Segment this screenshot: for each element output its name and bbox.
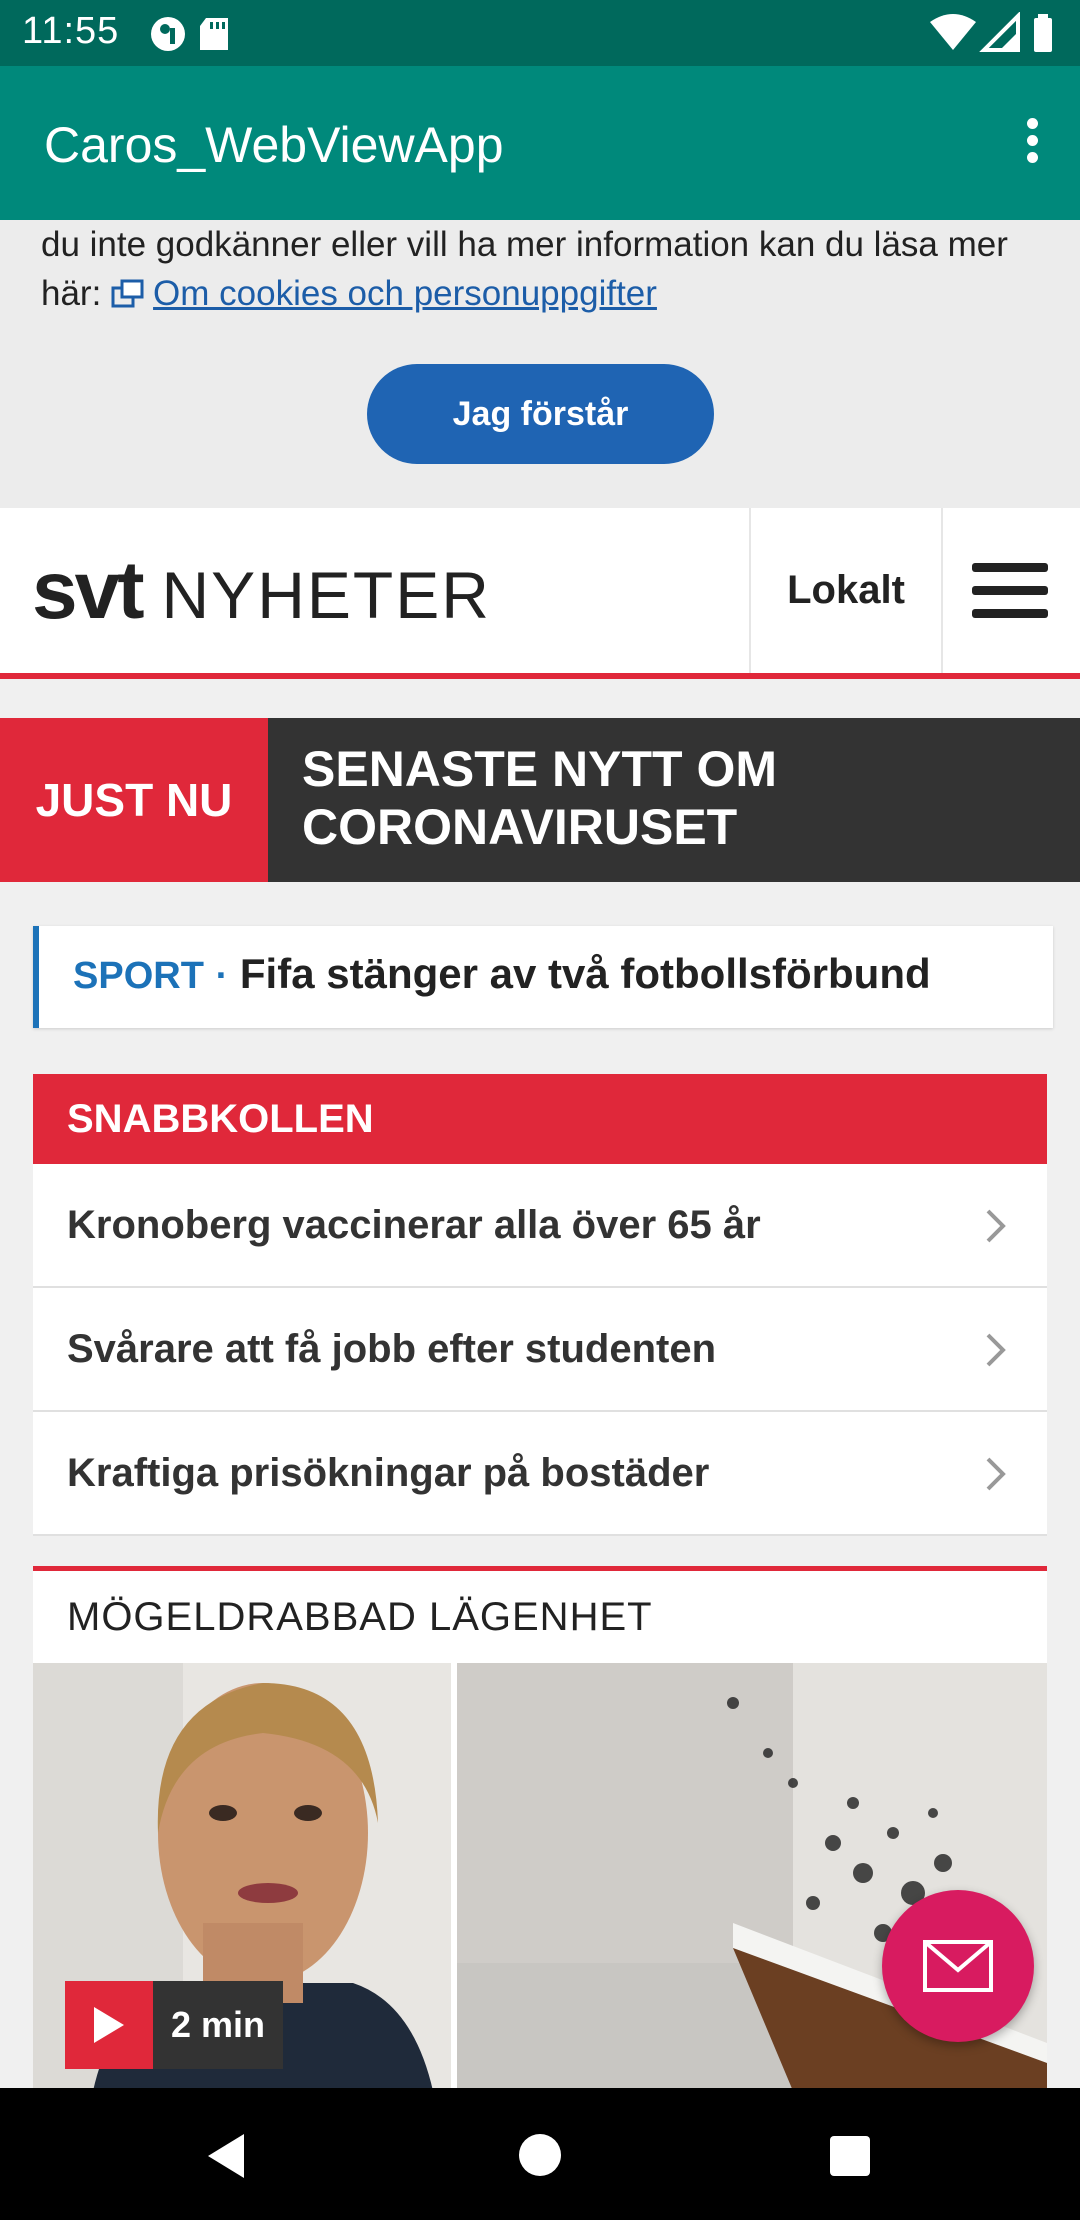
just-nu-title: SENASTE NYTT OM CORONAVIRUSET xyxy=(302,741,778,855)
recents-icon[interactable] xyxy=(830,2136,870,2176)
svt-nyheter-logo[interactable]: svt NYHETER xyxy=(32,544,491,638)
lokalt-button[interactable]: Lokalt xyxy=(749,508,943,673)
system-nav-bar xyxy=(0,2088,1080,2220)
cookie-text-block: du inte godkänner eller vill ha mer info… xyxy=(41,220,1041,322)
status-bar: 11:55 xyxy=(0,0,1080,66)
status-right-icons xyxy=(928,11,1058,59)
site-header: svt NYHETER Lokalt xyxy=(0,508,1080,679)
snabbkollen-item-label: Kronoberg vaccinerar alla över 65 år xyxy=(67,1203,761,1247)
sport-teaser-text: SPORT · Fifa stänger av två fotbollsförb… xyxy=(73,950,931,998)
snabbkollen-section: SNABBKOLLEN Kronoberg vaccinerar alla öv… xyxy=(33,1074,1047,1536)
hamburger-menu-icon[interactable] xyxy=(972,563,1048,623)
just-nu-tag: JUST NU xyxy=(0,718,268,882)
video-duration-badge[interactable]: 2 min xyxy=(65,1981,284,2069)
kicker-separator: · xyxy=(215,955,229,997)
more-vert-icon xyxy=(1026,118,1038,129)
status-time: 11:55 xyxy=(22,10,120,52)
snabbkollen-item[interactable]: Kronoberg vaccinerar alla över 65 år xyxy=(33,1164,1047,1288)
accept-cookies-button[interactable]: Jag förstår xyxy=(367,364,714,464)
vpn-key-icon xyxy=(151,17,185,51)
chevron-right-icon xyxy=(986,1209,1006,1243)
mail-fab-button[interactable] xyxy=(882,1890,1034,2042)
snabbkollen-item[interactable]: Kraftiga prisökningar på bostäder xyxy=(33,1412,1047,1536)
app-title: Caros_WebViewApp xyxy=(44,117,504,173)
snabbkollen-heading: SNABBKOLLEN xyxy=(33,1074,1047,1164)
sport-headline: Fifa stänger av två fotbollsförbund xyxy=(239,950,931,997)
logo-section: NYHETER xyxy=(161,558,491,632)
app-bar: Caros_WebViewApp xyxy=(0,66,1080,220)
chevron-right-icon xyxy=(986,1457,1006,1491)
just-nu-banner[interactable]: JUST NU SENASTE NYTT OM CORONAVIRUSET xyxy=(0,718,1080,882)
cookie-banner: du inte godkänner eller vill ha mer info… xyxy=(0,220,1080,508)
cookie-policy-link[interactable]: Om cookies och personuppgifter xyxy=(153,274,657,313)
sport-kicker: SPORT xyxy=(73,955,204,997)
play-icon xyxy=(65,1981,153,2069)
story-card[interactable]: MÖGELDRABBAD LÄGENHET 2 min xyxy=(33,1566,1047,2091)
chevron-right-icon xyxy=(986,1333,1006,1367)
back-icon[interactable] xyxy=(204,2132,248,2180)
story-title: MÖGELDRABBAD LÄGENHET xyxy=(67,1595,653,1639)
home-icon[interactable] xyxy=(519,2134,561,2176)
mail-icon xyxy=(923,1940,993,1992)
story-image[interactable]: 2 min xyxy=(33,1663,1047,2091)
wifi-icon xyxy=(930,14,976,50)
logo-brand: svt xyxy=(32,545,145,636)
battery-icon xyxy=(1034,14,1052,52)
snabbkollen-item[interactable]: Svårare att få jobb efter studenten xyxy=(33,1288,1047,1412)
sport-teaser[interactable]: SPORT · Fifa stänger av två fotbollsförb… xyxy=(33,926,1053,1028)
status-left-icons xyxy=(148,14,238,59)
video-duration: 2 min xyxy=(153,1981,284,2069)
sd-card-icon xyxy=(200,18,228,50)
external-link-icon xyxy=(111,273,145,322)
snabbkollen-item-label: Kraftiga prisökningar på bostäder xyxy=(67,1451,710,1495)
more-options-button[interactable] xyxy=(1012,112,1052,172)
snabbkollen-item-label: Svårare att få jobb efter studenten xyxy=(67,1327,717,1371)
